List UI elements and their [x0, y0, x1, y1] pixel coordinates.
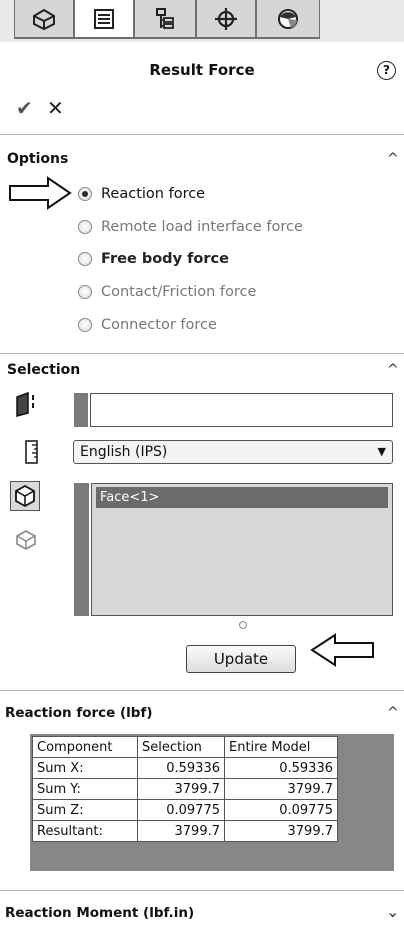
radio-button[interactable]	[78, 252, 92, 266]
tab-display-manager[interactable]	[256, 0, 320, 38]
reaction-force-section-title: Reaction force (lbf)	[5, 705, 153, 721]
table-cell: 3799.7	[224, 820, 338, 842]
options-section-title: Options	[7, 151, 69, 167]
help-icon[interactable]: ?	[377, 61, 396, 80]
table-row: Sum Y: 3799.7 3799.7	[32, 778, 338, 800]
panel-title: Result Force	[149, 61, 255, 79]
units-dropdown[interactable]: English (IPS) ▼	[73, 440, 393, 464]
table-header-cell: Component	[32, 736, 138, 758]
table-row: Resultant: 3799.7 3799.7	[32, 820, 338, 842]
radio-free-body-force[interactable]: Free body force	[78, 249, 229, 269]
table-cell: 0.09775	[137, 799, 225, 821]
display-manager-icon	[278, 8, 298, 29]
section-divider	[0, 134, 404, 135]
list-item[interactable]: Face<1>	[96, 487, 388, 508]
radio-remote-load-interface-force[interactable]: Remote load interface force	[78, 217, 303, 237]
selection-collapse-chevron-icon[interactable]: ^	[387, 362, 399, 378]
face-selection-icon	[16, 391, 34, 417]
radio-contact-friction-force[interactable]: Contact/Friction force	[78, 282, 256, 302]
radio-label: Free body force	[101, 251, 229, 267]
tab-configuration-manager[interactable]	[134, 0, 196, 38]
radio-connector-force[interactable]: Connector force	[78, 315, 217, 335]
section-divider	[0, 890, 404, 891]
feature-manager-icon	[33, 8, 55, 30]
resize-handle-icon[interactable]	[239, 621, 247, 629]
table-cell: 0.09775	[224, 799, 338, 821]
face-filter-button[interactable]	[10, 481, 40, 511]
reaction-force-table: Component Selection Entire Model Sum X: …	[32, 736, 338, 842]
update-button[interactable]: Update	[186, 645, 296, 673]
table-header-cell: Entire Model	[224, 736, 338, 758]
options-collapse-chevron-icon[interactable]: ^	[387, 151, 399, 167]
table-cell: Sum X:	[32, 757, 138, 779]
component-filter-icon[interactable]	[14, 528, 38, 552]
table-cell: Resultant:	[32, 820, 138, 842]
radio-label: Contact/Friction force	[101, 284, 257, 300]
table-cell: 3799.7	[137, 820, 225, 842]
reaction-force-table-area: Component Selection Entire Model Sum X: …	[30, 734, 394, 871]
table-header-row: Component Selection Entire Model	[32, 736, 338, 758]
face-filter-icon	[15, 484, 35, 508]
tab-dimxpert-manager[interactable]	[196, 0, 256, 38]
section-divider	[0, 353, 404, 354]
tab-feature-manager[interactable]	[14, 0, 74, 38]
ok-checkmark-icon[interactable]: ✔	[16, 96, 33, 120]
table-row: Sum Z: 0.09775 0.09775	[32, 799, 338, 821]
entity-selection-field[interactable]	[90, 393, 393, 427]
selection-color-swatch	[74, 393, 88, 427]
radio-reaction-force[interactable]: Reaction force	[78, 184, 205, 204]
dropdown-arrow-icon: ▼	[377, 445, 386, 458]
tab-strip-divider	[14, 38, 320, 39]
selected-entities-list[interactable]: Face<1>	[91, 483, 393, 616]
table-row: Sum X: 0.59336 0.59336	[32, 757, 338, 779]
callout-arrow-left-icon	[310, 633, 374, 667]
property-manager-icon	[94, 8, 114, 29]
reaction-force-collapse-chevron-icon[interactable]: ^	[387, 705, 399, 721]
list-color-swatch	[74, 483, 89, 616]
radio-button[interactable]	[78, 187, 92, 201]
table-cell: 0.59336	[137, 757, 225, 779]
table-cell: 3799.7	[137, 778, 225, 800]
selection-section-title: Selection	[7, 362, 81, 378]
radio-button[interactable]	[78, 318, 92, 332]
radio-label: Reaction force	[101, 186, 206, 202]
cancel-x-icon[interactable]: ✕	[47, 96, 64, 120]
table-cell: 3799.7	[224, 778, 338, 800]
radio-label: Remote load interface force	[101, 219, 303, 235]
tab-property-manager[interactable]	[74, 0, 134, 38]
table-cell: Sum Y:	[32, 778, 138, 800]
units-selected-value: English (IPS)	[80, 444, 168, 460]
reaction-moment-expand-chevron-icon[interactable]: ⌄	[386, 902, 399, 921]
section-divider	[0, 690, 404, 691]
table-header-cell: Selection	[137, 736, 225, 758]
table-cell: 0.59336	[224, 757, 338, 779]
table-cell: Sum Z:	[32, 799, 138, 821]
radio-button[interactable]	[78, 220, 92, 234]
configuration-manager-icon	[156, 7, 174, 29]
units-ruler-icon	[25, 440, 38, 464]
dim-xpert-icon	[215, 7, 237, 30]
manager-tab-strip	[0, 0, 404, 42]
callout-arrow-right-icon	[9, 176, 72, 210]
reaction-moment-section-title: Reaction Moment (lbf.in)	[5, 905, 195, 921]
radio-label: Connector force	[101, 317, 217, 333]
radio-button[interactable]	[78, 285, 92, 299]
